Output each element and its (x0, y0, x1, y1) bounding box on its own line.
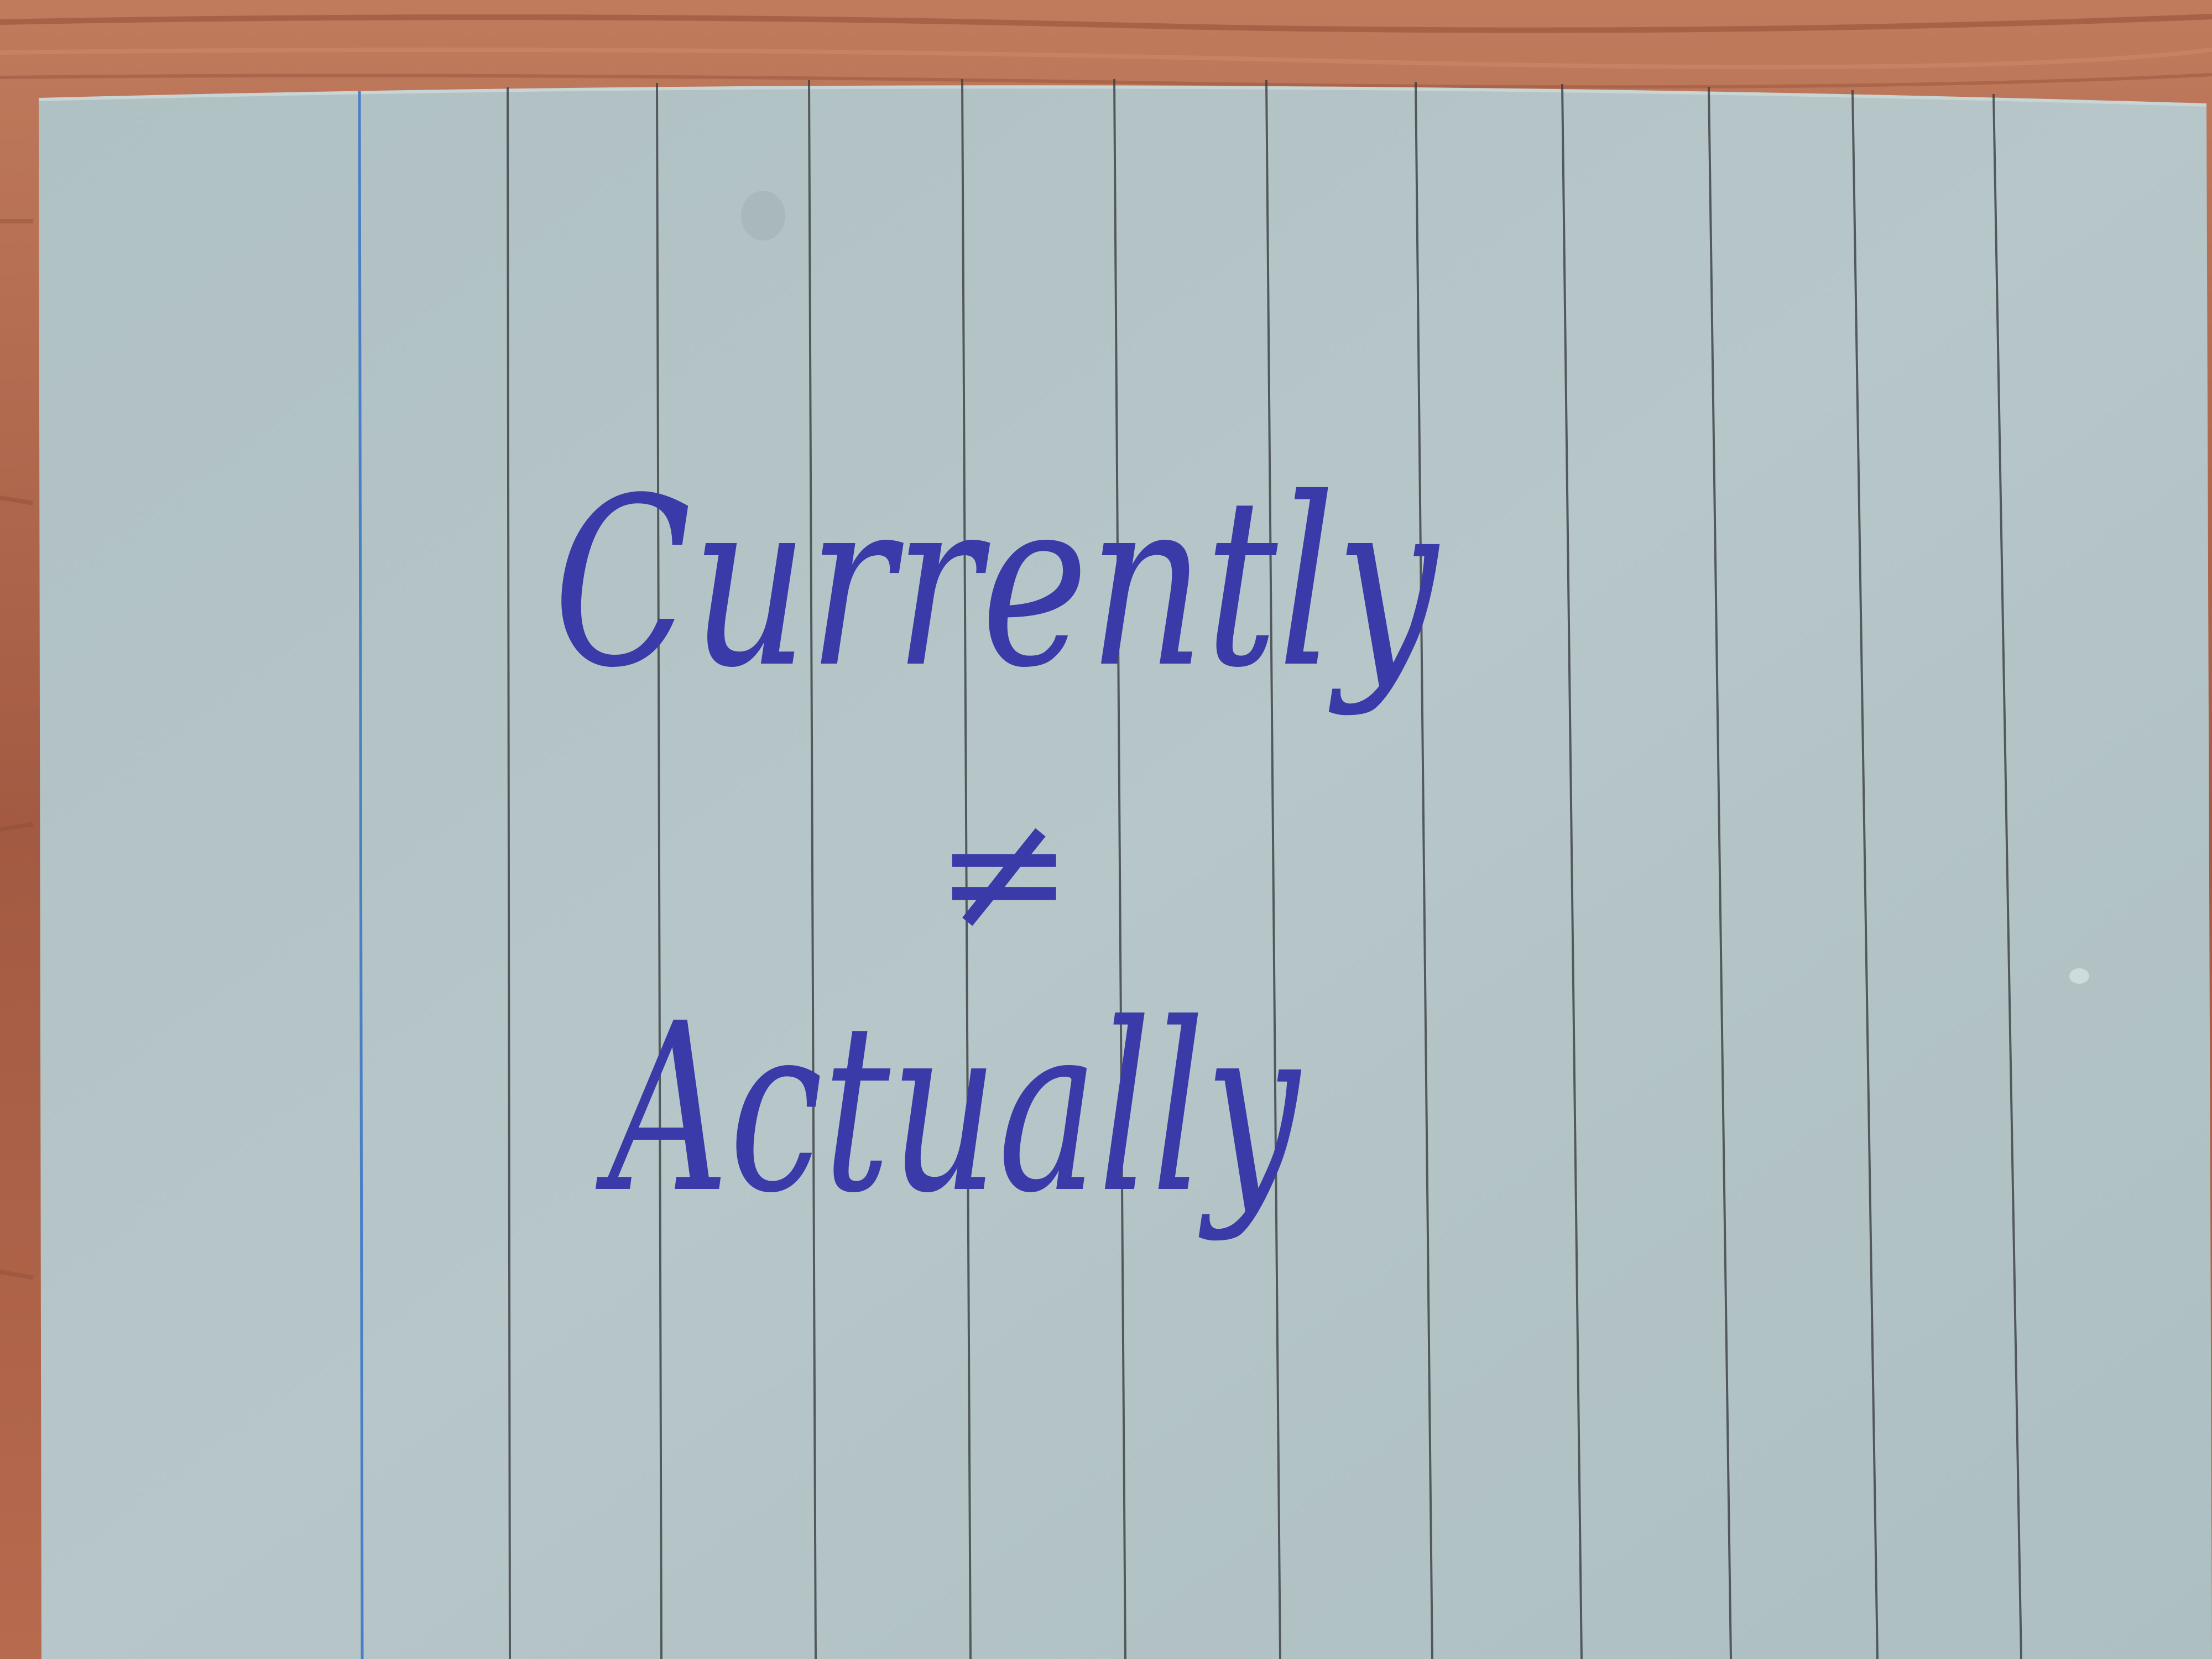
handwritten-word-actually: Actually (595, 974, 1302, 1244)
index-card (38, 79, 2212, 1659)
handwritten-word-currently: Currently (553, 448, 1440, 719)
photo-scene: Currently ≠ Actually (0, 0, 2212, 1659)
not-equal-symbol: ≠ (935, 775, 1073, 968)
